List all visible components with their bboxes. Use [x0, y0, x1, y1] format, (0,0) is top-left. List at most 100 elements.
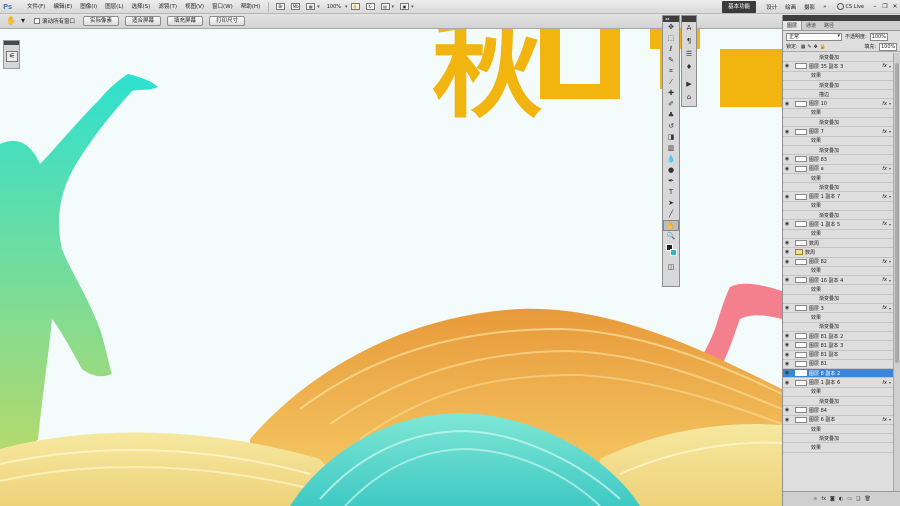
- layer-row[interactable]: ◉ 图层 10 fx ▾: [783, 99, 893, 109]
- zoom-tool-icon[interactable]: 🔍: [663, 231, 679, 242]
- fx-icon[interactable]: fx: [882, 129, 887, 135]
- workspace-more-button[interactable]: »: [819, 4, 830, 10]
- chevron-down-icon[interactable]: ▾: [889, 259, 891, 264]
- minibridge-button[interactable]: Mb: [291, 3, 301, 10]
- lock-pixels-icon[interactable]: ✎: [807, 44, 811, 50]
- visibility-eye-icon[interactable]: ◉: [783, 166, 791, 172]
- screen-mode-button[interactable]: ▣ ▾: [400, 3, 414, 10]
- shape-tool-icon[interactable]: ╱: [663, 209, 679, 220]
- path-selection-tool-icon[interactable]: ➤: [663, 198, 679, 209]
- clone-source-icon[interactable]: ♦: [682, 61, 696, 74]
- lock-all-icon[interactable]: 🔒: [820, 44, 826, 50]
- lock-position-icon[interactable]: ✥: [814, 44, 818, 50]
- layer-effect-row[interactable]: 效果: [783, 388, 893, 397]
- workspace-essentials[interactable]: 基本功能: [722, 0, 757, 13]
- dodge-tool-icon[interactable]: ●: [663, 165, 679, 176]
- visibility-eye-icon[interactable]: ◉: [783, 240, 791, 246]
- fx-icon[interactable]: fx: [882, 63, 887, 69]
- quick-mask-icon[interactable]: ◫: [663, 262, 679, 273]
- workspace-photography[interactable]: 摄影: [800, 3, 819, 11]
- layer-row[interactable]: ◉ 图层 a fx ▾: [783, 165, 893, 174]
- visibility-eye-icon[interactable]: ◉: [783, 407, 791, 413]
- character-panel-icon[interactable]: A: [682, 22, 696, 35]
- chevron-down-icon[interactable]: ▾: [889, 64, 891, 69]
- layer-effect-row[interactable]: 效果: [783, 285, 893, 295]
- layer-effect-row[interactable]: 渐变叠加: [783, 211, 893, 221]
- view-extras-button[interactable]: ▦ ▾: [306, 3, 320, 10]
- visibility-eye-icon[interactable]: ◉: [783, 352, 791, 358]
- blur-tool-icon[interactable]: 💧: [663, 154, 679, 165]
- scrollbar-thumb[interactable]: [895, 63, 899, 363]
- quick-select-tool-icon[interactable]: ✎: [663, 55, 679, 66]
- type-tool-icon[interactable]: T: [663, 187, 679, 198]
- layer-effect-row[interactable]: 效果: [783, 202, 893, 212]
- color-swatches[interactable]: [663, 242, 679, 262]
- chevron-down-icon[interactable]: ▾: [889, 129, 891, 134]
- layer-effect-row[interactable]: 效果: [783, 443, 893, 453]
- layer-row[interactable]: ◉ 图层 16 副本 4 fx ▾: [783, 276, 893, 286]
- paragraph-panel-icon[interactable]: ¶: [682, 35, 696, 48]
- layer-effect-row[interactable]: 效果: [783, 425, 893, 435]
- visibility-eye-icon[interactable]: ◉: [783, 380, 791, 386]
- move-tool-icon[interactable]: ✥: [663, 22, 679, 33]
- visibility-eye-icon[interactable]: ◉: [783, 342, 791, 348]
- chevron-down-icon[interactable]: ▾: [889, 194, 891, 199]
- layer-effect-row[interactable]: 渐变叠加: [783, 434, 893, 444]
- rotate-view-button[interactable]: ↻: [365, 3, 375, 10]
- layer-effect-row[interactable]: 渐变叠加: [783, 81, 893, 91]
- crop-tool-icon[interactable]: ⌗: [663, 66, 679, 77]
- marquee-tool-icon[interactable]: ⬚: [663, 33, 679, 44]
- layer-row[interactable]: ◉ 数周: [783, 248, 893, 258]
- fx-icon[interactable]: fx: [882, 380, 887, 386]
- layer-effect-row[interactable]: 效果: [783, 174, 893, 184]
- zoom-level-select[interactable]: 100%: [323, 4, 345, 10]
- layer-row[interactable]: ◉ 图层 81 副本: [783, 351, 893, 360]
- layer-effect-row[interactable]: 渐变叠加: [783, 295, 893, 305]
- layer-row[interactable]: ◉ 图层 83: [783, 155, 893, 165]
- minimize-button[interactable]: –: [870, 3, 880, 10]
- visibility-eye-icon[interactable]: ◉: [783, 361, 791, 367]
- workspace-design[interactable]: 设计: [762, 3, 781, 11]
- layer-effect-row[interactable]: 渐变叠加: [783, 53, 893, 63]
- eraser-tool-icon[interactable]: ◨: [663, 132, 679, 143]
- trash-icon[interactable]: 🗑: [865, 496, 871, 502]
- chevron-down-icon[interactable]: ▾: [889, 166, 891, 171]
- chevron-down-icon[interactable]: ▾: [889, 306, 891, 311]
- history-panel-icon[interactable]: ⌂: [682, 91, 696, 104]
- fx-icon[interactable]: fx: [882, 277, 887, 283]
- fx-icon[interactable]: fx: [882, 101, 887, 107]
- menu-edit[interactable]: 编辑(E): [49, 0, 76, 14]
- layer-effect-row[interactable]: 渐变叠加: [783, 146, 893, 156]
- layer-row[interactable]: ◉ 图层 81 副本 3: [783, 341, 893, 351]
- background-color-swatch[interactable]: [670, 249, 677, 256]
- layer-effect-row[interactable]: 效果: [783, 230, 893, 239]
- layer-row[interactable]: ◉ 图层 82 fx ▾: [783, 258, 893, 267]
- menu-select[interactable]: 选择(S): [128, 0, 155, 14]
- chevron-down-icon[interactable]: ▾: [889, 417, 891, 422]
- menu-file[interactable]: 文件(F): [23, 0, 49, 14]
- folder-icon[interactable]: ▭: [847, 496, 852, 502]
- fill-input[interactable]: 100%: [879, 42, 897, 51]
- layer-row[interactable]: ◉ 图层 35 副本 3 fx ▾: [783, 62, 893, 72]
- visibility-eye-icon[interactable]: ◉: [783, 370, 791, 376]
- arrange-documents-button[interactable]: ▤ ▾: [380, 3, 394, 10]
- layer-effect-row[interactable]: 效果: [783, 137, 893, 146]
- menu-filter[interactable]: 滤镜(T): [154, 0, 181, 14]
- bridge-button[interactable]: Br: [276, 3, 286, 10]
- tab-paths[interactable]: 路径: [820, 21, 838, 30]
- chevron-down-icon[interactable]: ▾: [889, 101, 891, 106]
- brush-tool-icon[interactable]: ✐: [663, 99, 679, 110]
- close-button[interactable]: ✕: [890, 3, 900, 10]
- menu-window[interactable]: 窗口(W): [208, 0, 237, 14]
- fx-icon[interactable]: fx: [882, 221, 887, 227]
- fx-icon[interactable]: fx: [882, 305, 887, 311]
- history-brush-tool-icon[interactable]: ↺: [663, 121, 679, 132]
- fx-icon[interactable]: fx: [882, 166, 887, 172]
- layer-row[interactable]: ◉ 图层 84: [783, 406, 893, 416]
- tab-layers[interactable]: 图层: [783, 21, 803, 30]
- healing-brush-tool-icon[interactable]: ✚: [663, 88, 679, 99]
- tab-channels[interactable]: 通道: [802, 21, 820, 30]
- actual-pixels-button[interactable]: 实际像素: [83, 16, 120, 26]
- layer-row[interactable]: ◉ 数周: [783, 239, 893, 249]
- layer-effect-row[interactable]: 效果: [783, 72, 893, 81]
